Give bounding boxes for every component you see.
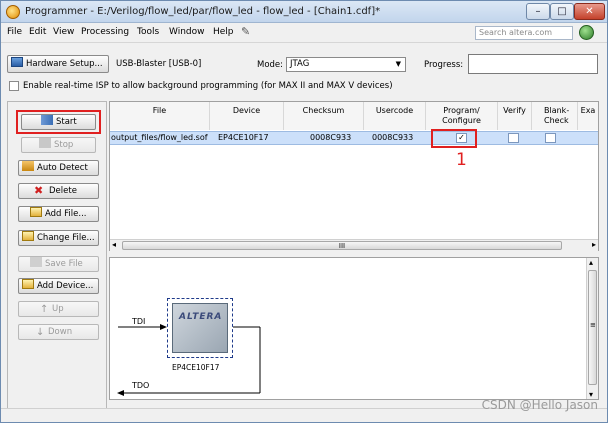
scroll-grip-icon: ≡	[590, 321, 596, 329]
maximize-button[interactable]: □	[550, 3, 574, 20]
add-device-label: Add Device...	[37, 281, 94, 291]
hardware-setup-label: Hardware Setup...	[26, 59, 103, 69]
add-device-icon	[22, 279, 34, 289]
search-input[interactable]: Search altera.com	[475, 26, 573, 40]
scroll-up-icon[interactable]: ▴	[589, 258, 593, 267]
annotation-1: 1	[456, 150, 467, 170]
arrow-down-icon: ↓	[36, 327, 45, 338]
row-device: EP4CE10F17	[218, 133, 269, 142]
horizontal-scrollbar[interactable]: ◂ III ▸	[110, 239, 598, 251]
hardware-setup-button[interactable]: Hardware Setup...	[7, 55, 109, 73]
blank-check-checkbox[interactable]	[545, 133, 556, 143]
auto-detect-label: Auto Detect	[37, 163, 88, 173]
change-file-button[interactable]: Change File...	[18, 230, 99, 246]
menu-file[interactable]: File	[7, 27, 22, 37]
add-device-button[interactable]: Add Device...	[18, 278, 99, 294]
progress-label: Progress:	[424, 60, 464, 70]
stop-icon	[39, 138, 51, 148]
up-button[interactable]: ↑ Up	[18, 301, 99, 317]
menu-processing[interactable]: Processing	[81, 27, 129, 37]
chip-body: ALTERA	[172, 303, 228, 353]
programmer-window: Programmer - E:/Verilog/flow_led/par/flo…	[0, 0, 608, 423]
program-configure-highlight	[431, 129, 477, 148]
isp-checkbox[interactable]	[9, 81, 19, 91]
chevron-down-icon: ▼	[395, 60, 401, 68]
mode-label: Mode:	[257, 60, 284, 70]
add-file-button[interactable]: Add File...	[18, 206, 99, 222]
globe-icon[interactable]	[579, 25, 594, 40]
column-checksum[interactable]: Checksum	[284, 102, 364, 130]
change-file-label: Change File...	[37, 233, 95, 243]
altera-logo: ALTERA	[179, 312, 223, 322]
row-usercode: 0008C933	[372, 133, 414, 142]
progress-bar	[468, 54, 598, 74]
stop-button[interactable]: Stop	[21, 137, 96, 153]
row-checksum: 0008C933	[310, 133, 352, 142]
column-examine[interactable]: Exa	[578, 102, 598, 130]
programmer-app-icon	[6, 5, 20, 19]
menu-window[interactable]: Window	[169, 27, 205, 37]
jtag-chain-diagram: TDI TDO ALTERA EP4CE10F17 ▴ ≡ ▾	[109, 257, 599, 400]
add-file-label: Add File...	[45, 209, 87, 219]
column-program-configure[interactable]: Program/ Configure	[426, 102, 498, 130]
scroll-right-icon[interactable]: ▸	[592, 240, 596, 249]
mode-select[interactable]: JTAG ▼	[286, 57, 406, 72]
menu-bar: File Edit View Processing Tools Window H…	[1, 23, 607, 43]
stop-label: Stop	[54, 140, 74, 150]
menu-edit[interactable]: Edit	[29, 27, 46, 37]
down-label: Down	[48, 327, 73, 337]
delete-icon: ✖	[34, 184, 44, 197]
window-title: Programmer - E:/Verilog/flow_led/par/flo…	[25, 6, 381, 17]
isp-label: Enable real-time ISP to allow background…	[23, 81, 393, 91]
save-file-button[interactable]: Save File	[18, 256, 99, 272]
menu-tools[interactable]: Tools	[137, 27, 159, 37]
title-bar: Programmer - E:/Verilog/flow_led/par/flo…	[1, 1, 607, 23]
mode-value: JTAG	[290, 59, 310, 69]
delete-button[interactable]: ✖ Delete	[18, 183, 99, 199]
up-label: Up	[52, 304, 64, 314]
start-highlight	[16, 110, 101, 134]
watermark: CSDN @Hello Jason	[481, 398, 598, 412]
tdo-label: TDO	[132, 381, 150, 390]
hardware-icon	[11, 57, 23, 67]
vertical-scroll-thumb[interactable]: ≡	[588, 270, 597, 385]
hardware-device-field: USB-Blaster [USB-0]	[114, 57, 238, 72]
column-device[interactable]: Device	[210, 102, 284, 130]
arrow-up-icon: ↑	[40, 304, 49, 315]
verify-checkbox[interactable]	[508, 133, 519, 143]
column-blank-check[interactable]: Blank- Check	[532, 102, 578, 130]
table-row[interactable]: output_files/flow_led.sof EP4CE10F17 000…	[110, 131, 598, 145]
column-usercode[interactable]: Usercode	[364, 102, 426, 130]
save-file-icon	[30, 257, 42, 267]
menu-view[interactable]: View	[53, 27, 74, 37]
scroll-left-icon[interactable]: ◂	[112, 240, 116, 249]
device-chip[interactable]: ALTERA	[167, 298, 233, 358]
close-button[interactable]: ✕	[574, 3, 605, 20]
add-file-icon	[30, 207, 42, 217]
row-file: output_files/flow_led.sof	[111, 133, 208, 142]
change-file-icon	[22, 231, 34, 241]
file-table: File Device Checksum Usercode Program/ C…	[109, 101, 599, 251]
auto-detect-icon	[22, 161, 34, 171]
column-file[interactable]: File	[110, 102, 210, 130]
horizontal-scroll-thumb[interactable]: III	[122, 241, 562, 250]
delete-label: Delete	[49, 186, 77, 196]
save-file-label: Save File	[45, 259, 83, 269]
help-pointer-icon[interactable]: ✎	[241, 25, 250, 38]
minimize-button[interactable]: –	[526, 3, 550, 20]
tdi-label: TDI	[132, 317, 146, 326]
down-button[interactable]: ↓ Down	[18, 324, 99, 340]
auto-detect-button[interactable]: Auto Detect	[18, 160, 99, 176]
vertical-scrollbar[interactable]: ▴ ≡ ▾	[586, 258, 598, 399]
column-verify[interactable]: Verify	[498, 102, 532, 130]
chip-label: EP4CE10F17	[172, 363, 220, 372]
menu-help[interactable]: Help	[213, 27, 234, 37]
